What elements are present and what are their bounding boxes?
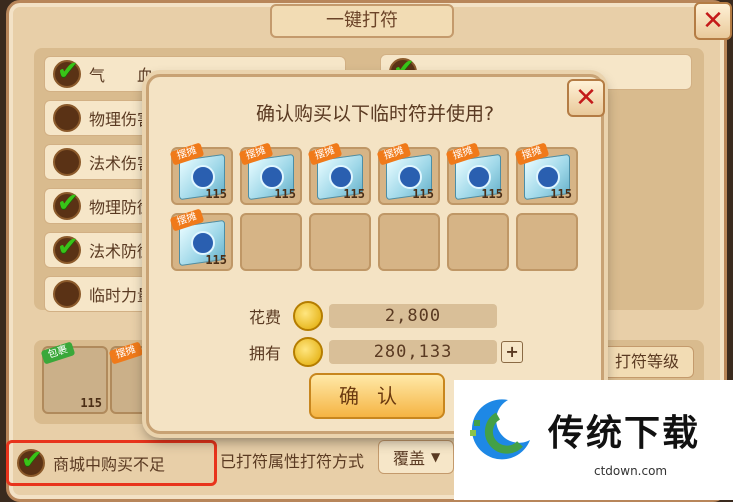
checkbox-icon[interactable] — [53, 232, 81, 264]
talisman-grid: 摆摊 115 摆摊 115 摆摊 115 摆摊 115 摆摊 115 摆摊 115 摆摊 115 — [169, 142, 583, 271]
cost-value: 2,800 — [329, 304, 498, 328]
coin-icon — [293, 301, 324, 331]
item-level: 115 — [412, 187, 434, 201]
emblem-icon — [398, 165, 422, 189]
item-level: 115 — [205, 253, 227, 267]
talisman-slot[interactable]: 摆摊 115 — [169, 208, 233, 271]
close-icon[interactable]: ✕ — [567, 79, 605, 117]
option-label: 法术伤害 — [89, 154, 154, 173]
option-label: 临时力量 — [89, 286, 154, 305]
talisman-slot[interactable]: 摆摊 115 — [169, 142, 233, 205]
own-value: 280,133 — [329, 340, 498, 364]
talisman-slot[interactable]: 摆摊 115 — [376, 142, 440, 205]
confirm-button[interactable]: 确认 — [309, 373, 445, 419]
checkbox-icon[interactable] — [53, 188, 81, 220]
level-button[interactable]: 打符等级 — [600, 346, 694, 378]
mode-value: 覆盖 — [393, 449, 426, 468]
empty-slot — [516, 213, 578, 271]
watermark-title: 传统下载 — [548, 413, 701, 454]
talisman-slot[interactable]: 摆摊 115 — [307, 142, 371, 205]
emblem-icon — [329, 165, 353, 189]
dialog-title: 确认购买以下临时符并使用? — [255, 103, 495, 125]
emblem-icon — [191, 165, 215, 189]
own-row: 拥有 280,133 + — [249, 337, 524, 367]
empty-slot — [447, 213, 509, 271]
talisman-slot[interactable]: 摆摊 115 — [514, 142, 578, 205]
checkbox-icon[interactable] — [53, 104, 81, 132]
emblem-icon — [191, 231, 215, 255]
cost-row: 花费 2,800 — [249, 301, 498, 331]
mini-talisman-card[interactable]: 包裹 115 — [40, 341, 108, 414]
item-level: 115 — [274, 187, 296, 201]
coin-icon — [293, 337, 324, 367]
ctdown-logo-icon — [470, 399, 530, 460]
checkbox-icon[interactable] — [53, 56, 81, 88]
chevron-down-icon: ▼ — [431, 450, 441, 464]
window-title: 一键打符 — [270, 4, 454, 38]
add-currency-button[interactable]: + — [501, 341, 524, 363]
mode-select[interactable]: 覆盖 ▼ — [378, 440, 454, 474]
empty-slot — [378, 213, 440, 271]
item-level: 115 — [343, 187, 365, 201]
checkbox-icon[interactable] — [17, 445, 45, 477]
empty-slot — [240, 213, 302, 271]
talisman-slot[interactable]: 摆摊 115 — [445, 142, 509, 205]
emblem-icon — [260, 165, 284, 189]
shop-buy-label: 商城中购买不足 — [53, 455, 166, 474]
talisman-slot[interactable]: 摆摊 115 — [238, 142, 302, 205]
option-label: 法术防御 — [89, 242, 154, 261]
watermark: 传统下载 ctdown.com — [454, 380, 733, 500]
option-label: 物理伤害 — [89, 110, 154, 129]
own-label: 拥有 — [249, 344, 282, 363]
option-label: 物理防御 — [89, 198, 154, 217]
cost-label: 花费 — [249, 308, 282, 327]
emblem-icon — [536, 165, 560, 189]
shop-buy-option[interactable]: 商城中购买不足 — [6, 440, 217, 486]
mode-label: 已打符属性打符方式 — [220, 452, 365, 471]
checkbox-icon[interactable] — [53, 148, 81, 176]
emblem-icon — [467, 165, 491, 189]
item-level: 115 — [550, 187, 572, 201]
option-label: 气 血 — [89, 66, 154, 85]
mini-card-level: 115 — [80, 396, 102, 410]
empty-slot — [309, 213, 371, 271]
watermark-url: ctdown.com — [594, 464, 668, 478]
checkbox-icon[interactable] — [53, 280, 81, 308]
close-icon[interactable]: ✕ — [694, 2, 732, 40]
item-level: 115 — [205, 187, 227, 201]
item-level: 115 — [481, 187, 503, 201]
